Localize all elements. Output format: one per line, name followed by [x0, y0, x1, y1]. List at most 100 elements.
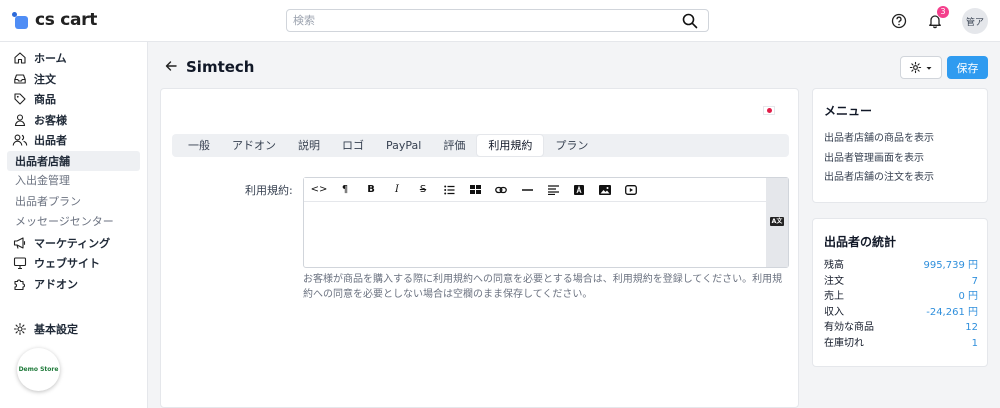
- menu-panel: メニュー 出品者店舗の商品を表示 出品者管理画面を表示 出品者店舗の注文を表示: [812, 88, 988, 203]
- demo-store-badge[interactable]: Demo Store: [17, 348, 60, 391]
- tab-2[interactable]: 説明: [287, 134, 331, 157]
- logo[interactable]: cs cart: [12, 10, 97, 30]
- sidebar-item-label: 基本設定: [34, 323, 78, 337]
- tab-3[interactable]: ロゴ: [331, 134, 375, 157]
- stat-value[interactable]: 1: [972, 336, 978, 352]
- user-icon: [12, 112, 28, 128]
- table-icon[interactable]: [462, 178, 488, 202]
- help-icon: [891, 13, 907, 29]
- gear-icon: [909, 61, 922, 74]
- sidebar-item-label: 商品: [34, 93, 56, 107]
- view-vendor-products-link[interactable]: 出品者店舗の商品を表示: [824, 129, 934, 149]
- tab-0[interactable]: 一般: [177, 134, 221, 157]
- tab-4[interactable]: PayPal: [375, 134, 432, 157]
- stats-panel-title: 出品者の統計: [824, 235, 897, 249]
- stat-value[interactable]: 995,739 円: [923, 258, 978, 274]
- settings-dropdown-button[interactable]: [900, 56, 942, 79]
- puzzle-icon: [12, 276, 28, 292]
- strikethrough-icon[interactable]: S: [410, 178, 436, 202]
- bulleted-list-icon[interactable]: [436, 178, 462, 202]
- vendor-edit-card: 一般 アドオン 説明 ロゴ PayPal 評価 利用規約 プラン 利用規約: <> ¶ B I…: [160, 88, 799, 408]
- search-icon[interactable]: [682, 13, 698, 29]
- home-icon: [12, 50, 28, 66]
- view-vendor-orders-link[interactable]: 出品者店舗の注文を表示: [824, 168, 934, 188]
- sidebar-item-addons[interactable]: アドオン: [0, 274, 147, 295]
- back-arrow-icon[interactable]: [164, 59, 178, 73]
- notifications-button[interactable]: 3: [922, 6, 949, 34]
- sidebar: ホーム 注文 商品 お客様 出品者 出品者店舗 入出金管理 出品者プラン メッセ…: [0, 42, 148, 408]
- vendor-stats-panel: 出品者の統計 残高 995,739 円 注文 7 売上 0 円 収入 -24,261 円…: [812, 218, 988, 367]
- language-flag-icon[interactable]: [763, 106, 775, 115]
- terms-editor: <> ¶ B I S A文: [303, 177, 789, 268]
- sidebar-item-customers[interactable]: お客様: [0, 110, 147, 131]
- stat-label: 残高: [824, 260, 844, 271]
- stat-value[interactable]: -24,261 円: [926, 305, 978, 321]
- editor-side-panel: A文: [766, 178, 788, 267]
- sidebar-item-products[interactable]: 商品: [0, 89, 147, 110]
- search-input[interactable]: [287, 10, 667, 31]
- stat-label: 在庫切れ: [824, 337, 864, 349]
- sidebar-item-label: ウェブサイト: [34, 257, 100, 271]
- italic-icon[interactable]: I: [384, 178, 410, 202]
- stat-label: 売上: [824, 291, 844, 302]
- sidebar-item-home[interactable]: ホーム: [0, 48, 147, 69]
- stat-row-sales: 売上 0 円: [824, 289, 978, 305]
- stat-value[interactable]: 12: [965, 320, 978, 336]
- sidebar-item-label: マーケティング: [34, 236, 111, 250]
- view-vendor-admin-link[interactable]: 出品者管理画面を表示: [824, 149, 934, 169]
- top-bar: cs cart 3 管ア: [0, 0, 1000, 42]
- sidebar-subitem-vendor-plans[interactable]: 出品者プラン: [0, 192, 147, 213]
- horizontal-rule-icon[interactable]: [514, 178, 540, 202]
- caret-down-icon: [926, 66, 932, 70]
- video-icon[interactable]: [618, 178, 644, 202]
- help-button[interactable]: [886, 8, 912, 34]
- sidebar-item-marketing[interactable]: マーケティング: [0, 233, 147, 254]
- terms-editor-content[interactable]: [304, 202, 764, 266]
- sidebar-subitem-message-center[interactable]: メッセージセンター: [0, 212, 147, 233]
- users-icon: [12, 132, 28, 148]
- sidebar-item-website[interactable]: ウェブサイト: [0, 253, 147, 274]
- tab-7[interactable]: プラン: [544, 134, 599, 157]
- code-view-icon[interactable]: <>: [306, 178, 332, 202]
- save-button[interactable]: 保存: [947, 56, 988, 79]
- stat-row-income: 収入 -24,261 円: [824, 305, 978, 321]
- page-header: Simtech 保存: [148, 42, 1000, 88]
- image-icon[interactable]: [592, 178, 618, 202]
- terms-help-text: お客様が商品を購入する際に利用規約への同意を必要とする場合は、利用規約を登録して…: [303, 274, 783, 300]
- bold-icon[interactable]: B: [358, 178, 384, 202]
- align-left-icon[interactable]: [540, 178, 566, 202]
- editor-toolbar: <> ¶ B I S: [304, 178, 788, 202]
- stat-value[interactable]: 0 円: [958, 289, 978, 305]
- notification-badge: 3: [937, 6, 949, 18]
- paragraph-icon[interactable]: ¶: [332, 178, 358, 202]
- sidebar-item-orders[interactable]: 注文: [0, 69, 147, 90]
- menu-panel-title: メニュー: [824, 104, 873, 118]
- search-box: [286, 9, 709, 32]
- sidebar-item-settings[interactable]: 基本設定: [0, 319, 147, 340]
- sidebar-item-label: アドオン: [34, 277, 78, 291]
- menu-links: 出品者店舗の商品を表示 出品者管理画面を表示 出品者店舗の注文を表示: [824, 129, 934, 188]
- inbox-icon: [12, 71, 28, 87]
- translate-icon[interactable]: A文: [770, 217, 784, 226]
- stat-label: 収入: [824, 306, 844, 318]
- font-color-icon[interactable]: [566, 178, 592, 202]
- sidebar-item-label: 出品者店舗: [15, 154, 70, 168]
- stat-label: 注文: [824, 275, 844, 287]
- monitor-icon: [12, 255, 28, 271]
- tab-5[interactable]: 評価: [432, 134, 476, 157]
- sidebar-item-label: 出品者: [34, 134, 67, 148]
- sidebar-item-vendor-stores[interactable]: 出品者店舗: [7, 150, 140, 171]
- stat-row-orders: 注文 7: [824, 274, 978, 290]
- link-icon[interactable]: [488, 178, 514, 202]
- tag-icon: [12, 91, 28, 107]
- sidebar-item-vendors[interactable]: 出品者: [0, 130, 147, 151]
- sidebar-subitem-accounting[interactable]: 入出金管理: [0, 171, 147, 192]
- tab-1[interactable]: アドオン: [221, 134, 287, 157]
- user-avatar[interactable]: 管ア: [962, 8, 988, 34]
- tab-bar: 一般 アドオン 説明 ロゴ PayPal 評価 利用規約 プラン: [172, 134, 789, 157]
- stat-value[interactable]: 7: [972, 274, 978, 290]
- page-title: Simtech: [186, 58, 255, 76]
- tab-6[interactable]: 利用規約: [476, 134, 545, 157]
- stat-row-balance: 残高 995,739 円: [824, 258, 978, 274]
- sidebar-item-label: ホーム: [34, 52, 67, 66]
